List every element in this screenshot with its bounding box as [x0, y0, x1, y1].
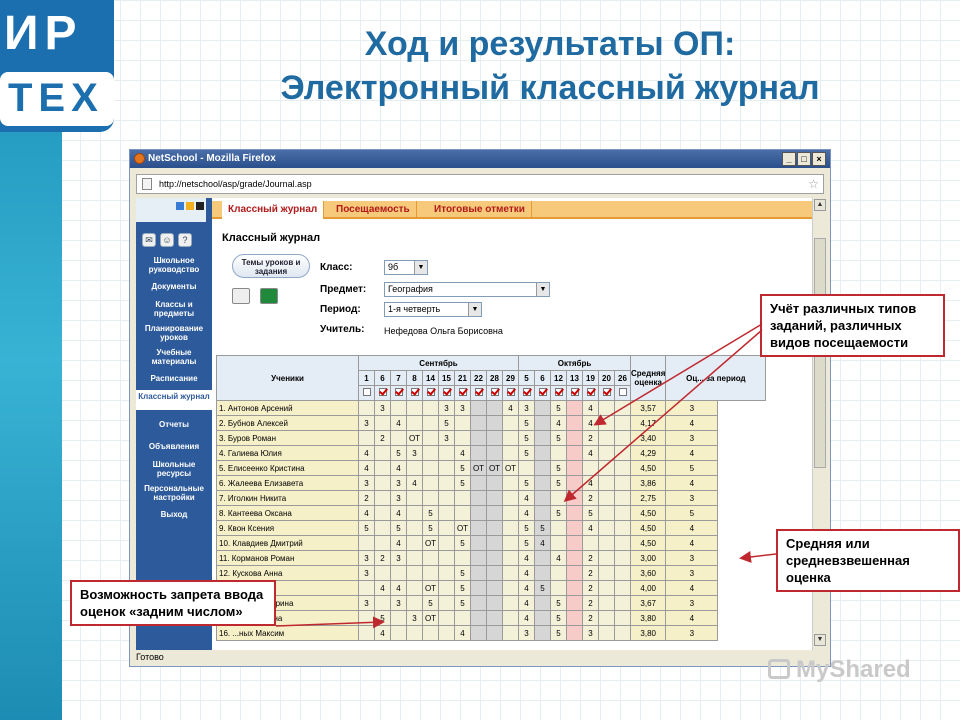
watermark-text: MyShared: [796, 656, 911, 683]
arrow-to-locked: [275, 616, 385, 629]
callout-arrows: [275, 323, 777, 629]
watermark: MyShared: [768, 656, 911, 684]
watermark-icon: [768, 659, 790, 679]
arrow-to-average: [739, 550, 777, 563]
arrow-to-checkmarks: [593, 323, 763, 426]
arrow-to-grades: [563, 329, 763, 502]
